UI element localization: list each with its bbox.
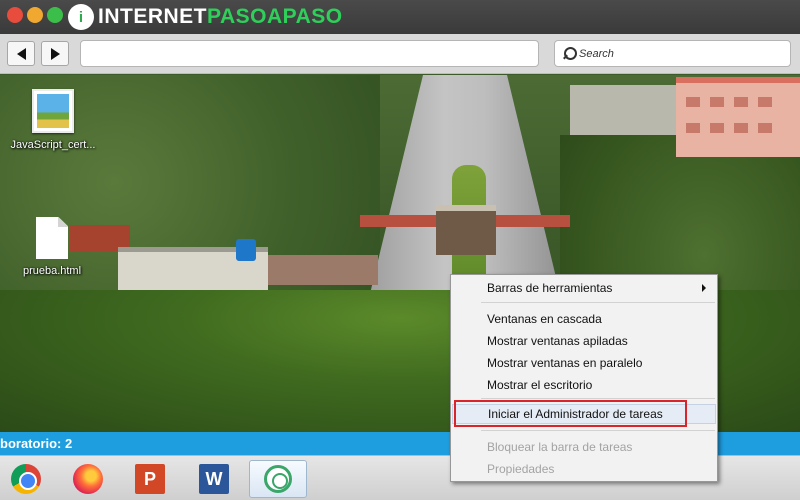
building-window bbox=[758, 97, 772, 107]
taskbar-seal-app-button[interactable] bbox=[249, 460, 307, 498]
menu-item-toolbars[interactable]: Barras de herramientas bbox=[452, 278, 716, 298]
taskbar-firefox-button[interactable] bbox=[63, 460, 113, 498]
firefox-icon bbox=[73, 464, 103, 494]
search-box[interactable]: Search bbox=[554, 40, 791, 67]
menu-separator bbox=[481, 398, 715, 399]
menu-item-label: Mostrar ventanas apiladas bbox=[487, 334, 628, 348]
menu-item-label: Bloquear la barra de tareas bbox=[487, 440, 633, 454]
search-placeholder: Search bbox=[579, 47, 614, 60]
building-window bbox=[734, 123, 748, 133]
powerpoint-icon: P bbox=[135, 464, 165, 494]
site-logo: i INTERNET PASOAPASO bbox=[68, 3, 343, 31]
back-button[interactable] bbox=[7, 41, 35, 66]
desktop-icon-javascript-cert[interactable]: JavaScript_cert... bbox=[3, 89, 103, 151]
arrow-left-icon bbox=[16, 47, 26, 60]
menu-item-label: Mostrar ventanas en paralelo bbox=[487, 356, 643, 370]
building-window bbox=[686, 97, 700, 107]
arrow-right-icon bbox=[50, 47, 60, 60]
taskbar-word-button[interactable]: W bbox=[189, 460, 239, 498]
annotation-highlight-box bbox=[454, 400, 687, 427]
menu-item-label: Mostrar el escritorio bbox=[487, 378, 593, 392]
wallpaper-water-tank bbox=[236, 239, 256, 261]
desktop-icon-label: JavaScript_cert... bbox=[10, 139, 96, 151]
desktop-icon-label: prueba.html bbox=[22, 265, 82, 277]
title-bar: i INTERNET PASOAPASO bbox=[0, 0, 800, 34]
menu-separator bbox=[481, 302, 715, 303]
desktop-icon-prueba-html[interactable]: prueba.html bbox=[2, 217, 102, 277]
building-window bbox=[758, 123, 772, 133]
address-bar[interactable] bbox=[80, 40, 539, 67]
chrome-icon bbox=[11, 464, 41, 494]
menu-separator bbox=[481, 430, 715, 431]
menu-item-show-desktop[interactable]: Mostrar el escritorio bbox=[452, 375, 716, 395]
submenu-arrow-icon bbox=[702, 284, 706, 292]
seal-app-icon bbox=[264, 465, 292, 493]
search-icon bbox=[563, 47, 577, 60]
menu-item-lock-taskbar[interactable]: Bloquear la barra de tareas bbox=[452, 437, 716, 457]
menu-item-label: Propiedades bbox=[487, 462, 555, 476]
taskbar-chrome-button[interactable] bbox=[1, 460, 51, 498]
building-window bbox=[710, 97, 724, 107]
image-file-icon bbox=[32, 89, 74, 133]
close-window-button[interactable] bbox=[7, 7, 23, 23]
wallpaper-building bbox=[676, 77, 800, 157]
menu-item-properties[interactable]: Propiedades bbox=[452, 459, 716, 479]
maximize-window-button[interactable] bbox=[47, 7, 63, 23]
word-icon: W bbox=[199, 464, 229, 494]
taskbar-powerpoint-button[interactable]: P bbox=[125, 460, 175, 498]
taskbar-context-menu: Barras de herramientas Ventanas en casca… bbox=[450, 274, 718, 482]
browser-toolbar: Search bbox=[0, 34, 800, 74]
building-window bbox=[710, 123, 724, 133]
building-window bbox=[734, 97, 748, 107]
menu-item-label: Barras de herramientas bbox=[487, 281, 613, 295]
forward-button[interactable] bbox=[41, 41, 69, 66]
menu-item-cascade[interactable]: Ventanas en cascada bbox=[452, 309, 716, 329]
logo-text-pasoapaso: PASOAPASO bbox=[207, 5, 343, 28]
menu-item-side-by-side[interactable]: Mostrar ventanas en paralelo bbox=[452, 353, 716, 373]
menu-item-stacked[interactable]: Mostrar ventanas apiladas bbox=[452, 331, 716, 351]
menu-item-label: Ventanas en cascada bbox=[487, 312, 602, 326]
document-file-icon bbox=[36, 217, 68, 259]
wallpaper-gatehouse bbox=[436, 205, 496, 255]
wallpaper-wall bbox=[268, 255, 378, 285]
building-window bbox=[686, 123, 700, 133]
minimize-window-button[interactable] bbox=[27, 7, 43, 23]
logo-mark-icon: i bbox=[68, 4, 94, 30]
logo-text-internet: INTERNET bbox=[98, 5, 207, 28]
